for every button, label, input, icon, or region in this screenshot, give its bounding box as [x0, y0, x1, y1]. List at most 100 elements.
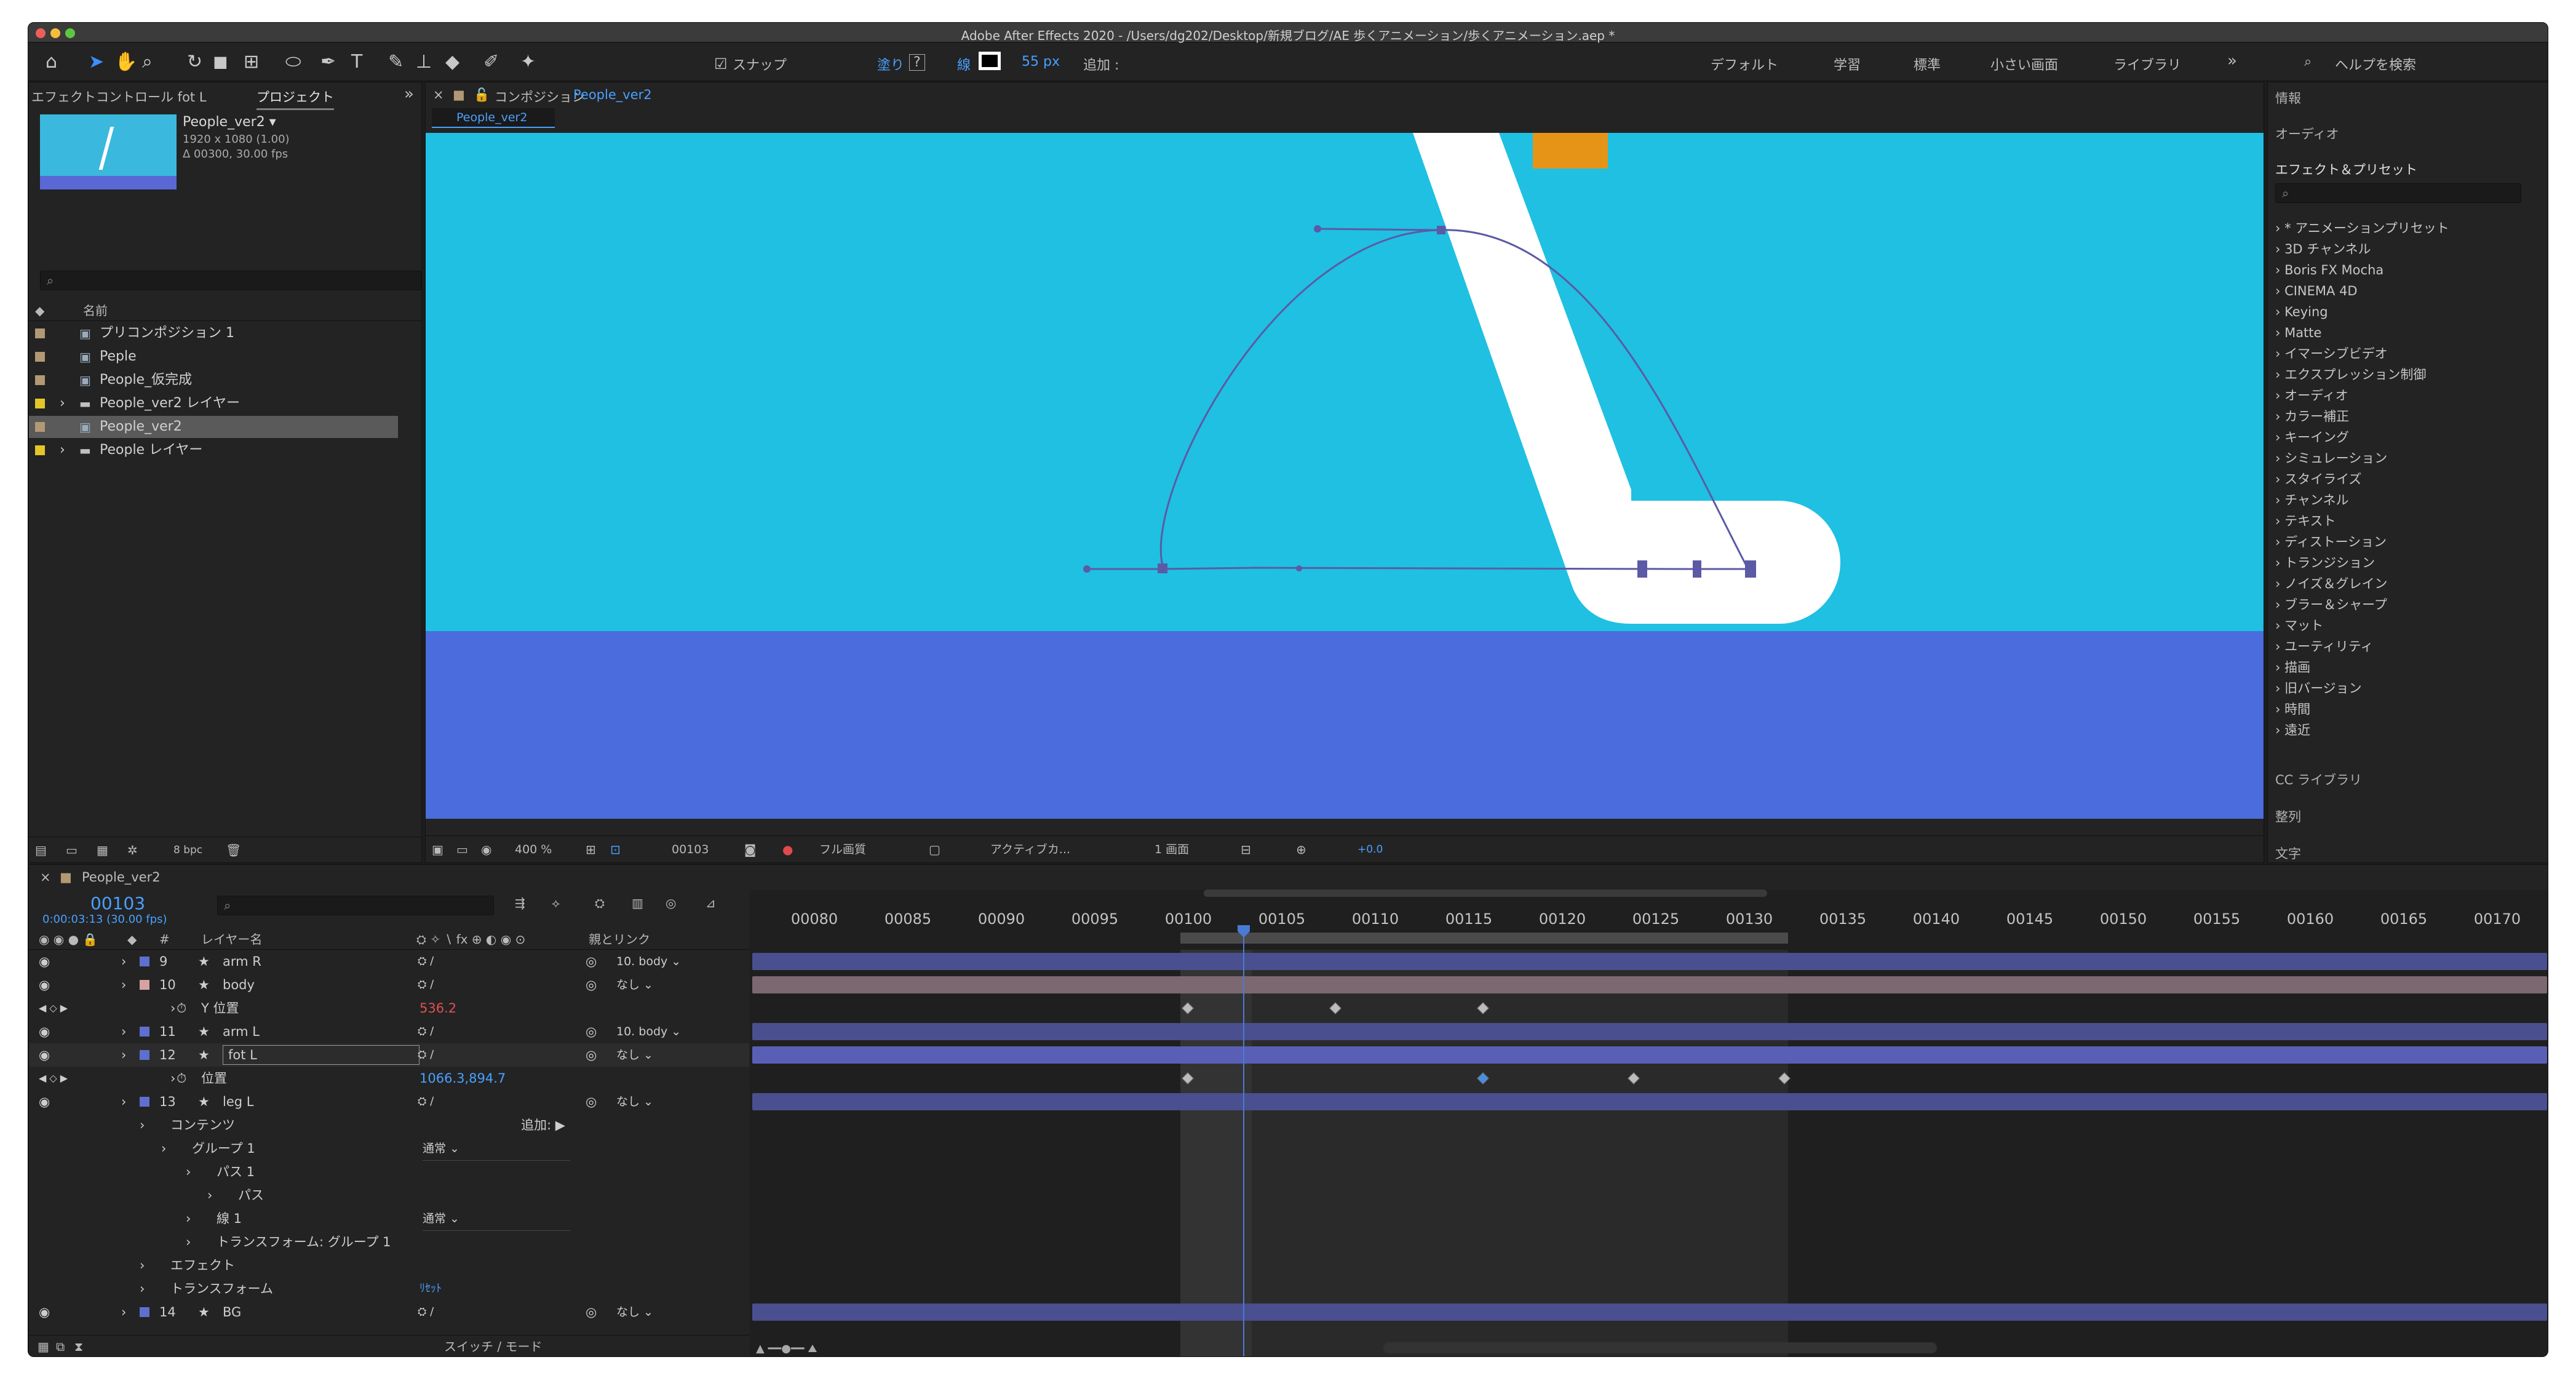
layer-duration-bar[interactable]: [752, 953, 2547, 970]
current-frame-field[interactable]: 00103: [672, 836, 709, 862]
new-comp-icon[interactable]: ▦: [97, 837, 108, 862]
layer-duration-bar[interactable]: [752, 1093, 2547, 1110]
property-row[interactable]: › ⏱ Y 位置 536.2 ◀ ◇ ▶: [29, 997, 749, 1020]
audio-panel-label[interactable]: オーディオ: [2275, 124, 2339, 143]
parent-select[interactable]: なし ⌄: [616, 1090, 739, 1113]
effect-category[interactable]: › ユーティリティ: [2275, 636, 2484, 657]
layer-twirl-icon[interactable]: ›: [121, 950, 126, 973]
align-panel-label[interactable]: 整列: [2275, 807, 2301, 826]
brush-tool-icon[interactable]: ✎: [388, 51, 403, 73]
layer-duration-bar[interactable]: [752, 976, 2547, 993]
views-select[interactable]: 1 画面: [1155, 836, 1189, 862]
zoom-tool-icon[interactable]: ⌕: [142, 51, 153, 73]
bit-depth[interactable]: 8 bpc: [173, 837, 202, 862]
pickwhip-icon[interactable]: ◎: [586, 1043, 597, 1067]
home-icon[interactable]: ⌂: [46, 51, 57, 73]
property-row[interactable]: › パス: [29, 1184, 749, 1207]
column-parent[interactable]: 親とリンク: [589, 929, 650, 950]
timeline-search-input[interactable]: ⌕: [217, 896, 494, 915]
puppet-tool-icon[interactable]: ✦: [520, 51, 536, 73]
layer-duration-bar[interactable]: [752, 1303, 2547, 1321]
property-row[interactable]: › パス 1: [29, 1160, 749, 1184]
property-twirl-icon[interactable]: ›: [161, 1137, 166, 1160]
ellipse-tool-icon[interactable]: ⬭: [285, 51, 301, 73]
zoom-slider[interactable]: ▲ ━━●━━ ⛰: [756, 1342, 867, 1355]
fill-label[interactable]: 塗り: [877, 54, 904, 74]
graph-editor-icon[interactable]: ⊿: [706, 896, 716, 910]
parent-select[interactable]: 10. body ⌄: [616, 950, 739, 973]
pickwhip-icon[interactable]: ◎: [586, 973, 597, 997]
help-search-input[interactable]: ヘルプを検索: [2335, 54, 2416, 74]
disclosure-icon[interactable]: ›: [60, 392, 65, 415]
region-icon[interactable]: ⊡: [610, 836, 621, 862]
effect-category[interactable]: › シミュレーション: [2275, 448, 2484, 469]
layer-duration-bar[interactable]: [752, 1046, 2547, 1064]
stopwatch-icon[interactable]: ⏱: [177, 997, 186, 1020]
pickwhip-icon[interactable]: ◎: [586, 1020, 597, 1043]
keyframe-navigator[interactable]: ◀ ◇ ▶: [39, 1067, 68, 1090]
interpret-footage-icon[interactable]: ▤: [35, 837, 47, 862]
new-folder-icon[interactable]: ▭: [66, 837, 78, 862]
disclosure-icon[interactable]: ›: [60, 439, 65, 461]
time-ruler[interactable]: 00080 00085 00090 00095 00100 00105 00110 00115…: [750, 898, 2548, 935]
property-twirl-icon[interactable]: ›: [140, 1254, 145, 1277]
layer-duration-bar[interactable]: [752, 1023, 2547, 1040]
tab-effect-controls[interactable]: エフェクトコントロール fot L: [31, 87, 207, 106]
property-value[interactable]: 536.2: [419, 997, 456, 1020]
add-label[interactable]: 追加 :: [1083, 54, 1119, 74]
project-item[interactable]: ▣ People_仮完成: [29, 369, 410, 391]
effect-category[interactable]: › 遠近: [2275, 720, 2484, 741]
project-search-input[interactable]: ⌕: [40, 271, 421, 290]
pickwhip-icon[interactable]: ◎: [586, 950, 597, 973]
effect-category[interactable]: › Matte: [2275, 322, 2484, 343]
property-row[interactable]: › トランスフォーム: グループ 1: [29, 1230, 749, 1254]
layer-color-chip[interactable]: [140, 1050, 149, 1060]
zoom-select[interactable]: 400 %: [515, 836, 552, 862]
property-twirl-icon[interactable]: ›: [170, 997, 175, 1020]
grid-icon[interactable]: ⊞: [586, 836, 596, 862]
layer-switches-icon[interactable]: ▦: [38, 1335, 49, 1356]
layer-row[interactable]: ◉ › 13 ★ leg L ⛭ ∕ ◎ なし ⌄: [29, 1090, 749, 1113]
visibility-eye-icon[interactable]: ◉: [39, 1020, 50, 1043]
layer-twirl-icon[interactable]: ›: [121, 1043, 126, 1067]
flowchart-icon[interactable]: ⊕: [1296, 836, 1306, 862]
property-twirl-icon[interactable]: ›: [186, 1230, 191, 1254]
parent-select[interactable]: 10. body ⌄: [616, 1020, 739, 1043]
layer-row[interactable]: ◉ › 10 ★ body ⛭ ∕ ◎ なし ⌄: [29, 973, 749, 997]
layer-color-chip[interactable]: [140, 1027, 149, 1037]
keyframe[interactable]: [1182, 1072, 1194, 1085]
composition-viewer[interactable]: [426, 133, 2264, 819]
pickwhip-icon[interactable]: ◎: [586, 1300, 597, 1324]
workspace-libraries[interactable]: ライブラリ: [2113, 54, 2181, 74]
layer-row[interactable]: ◉ › 11 ★ arm L ⛭ ∕ ◎ 10. body ⌄: [29, 1020, 749, 1043]
layer-name[interactable]: fot L: [223, 1045, 419, 1065]
effect-category[interactable]: › オーディオ: [2275, 385, 2484, 406]
project-item[interactable]: ▬ People_ver2 レイヤー ›: [29, 392, 410, 415]
visibility-eye-icon[interactable]: ◉: [39, 1090, 50, 1113]
timeline-close-icon[interactable]: ×: [40, 870, 51, 885]
selection-tool-icon[interactable]: ➤: [89, 51, 104, 73]
property-twirl-icon[interactable]: ›: [140, 1277, 145, 1300]
layer-name[interactable]: body: [223, 973, 255, 997]
layer-row[interactable]: ◉ › 14 ★ BG ⛭ ∕ ◎ なし ⌄: [29, 1300, 749, 1324]
layer-color-chip[interactable]: [140, 980, 149, 990]
column-layer-name[interactable]: レイヤー名: [201, 929, 262, 950]
resolution-select[interactable]: フル画質: [819, 836, 866, 862]
stopwatch-icon[interactable]: ⏱: [177, 1067, 186, 1090]
pickwhip-icon[interactable]: ◎: [586, 1090, 597, 1113]
layer-twirl-icon[interactable]: ›: [121, 1020, 126, 1043]
current-time-indicator[interactable]: [1243, 926, 1244, 1356]
layer-switches[interactable]: ⛭ ∕: [418, 1043, 434, 1067]
blend-mode-select[interactable]: 通常 ⌄: [423, 1137, 570, 1161]
keyframe[interactable]: [1477, 1072, 1489, 1085]
delete-icon[interactable]: 🗑: [226, 837, 241, 862]
effect-category[interactable]: › キーイング: [2275, 427, 2484, 448]
motion-blur-icon[interactable]: ◎: [666, 896, 676, 910]
fast-preview-icon[interactable]: ⊟: [1241, 836, 1251, 862]
visibility-eye-icon[interactable]: ◉: [39, 1043, 50, 1067]
exposure-value[interactable]: +0.0: [1358, 836, 1383, 862]
project-item[interactable]: ▣ Peple: [29, 346, 410, 368]
cc-library-label[interactable]: CC ライブラリ: [2275, 770, 2362, 789]
tab-project[interactable]: プロジェクト: [256, 87, 334, 110]
layer-twirl-icon[interactable]: ›: [121, 1090, 126, 1113]
